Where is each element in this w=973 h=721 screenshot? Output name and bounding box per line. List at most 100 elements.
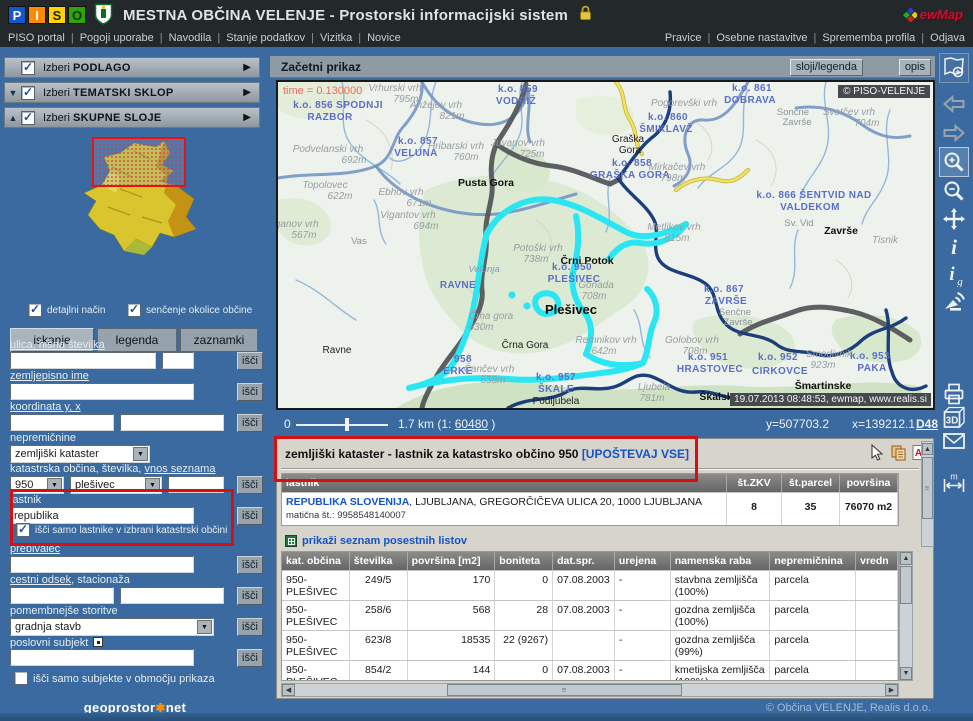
layer-group-checkbox[interactable]: ✓ [21, 86, 35, 100]
search-button[interactable]: išči [237, 556, 263, 574]
field-label-link[interactable]: cestni odsek [10, 574, 71, 586]
owner-name-link[interactable]: REPUBLIKA SLOVENIJA [286, 496, 409, 508]
search-button[interactable]: išči [237, 587, 263, 605]
text-input[interactable] [120, 414, 224, 431]
search-button[interactable]: išči [237, 507, 263, 525]
map-viewport[interactable]: k.o. 856 SPODNJIRAZBORk.o. 859VODRIŽk.o.… [276, 80, 935, 410]
field-label-link[interactable]: prebivalec [10, 543, 60, 555]
search-button[interactable]: išči [237, 383, 263, 401]
dropdown-gradnja-stavb[interactable]: gradnja stavb▼ [10, 618, 214, 636]
search-button[interactable]: išči [237, 352, 263, 370]
scroll-up-button[interactable]: ▲ [900, 552, 912, 565]
field-label-link[interactable]: zemljepisno ime [10, 370, 89, 382]
expand-arrow-icon[interactable]: ▶ [243, 62, 251, 73]
parcel-row-2[interactable]: 950-PLEŠIVEC623/81853522 (9267)-gozdna z… [282, 630, 898, 660]
zoom-slider-handle[interactable] [345, 418, 349, 431]
hscroll-thumb[interactable]: ≡ [447, 684, 682, 696]
text-input[interactable] [168, 476, 224, 493]
info-icon[interactable]: i [939, 232, 969, 262]
back-icon[interactable] [939, 89, 969, 119]
text-input[interactable] [10, 414, 114, 431]
scroll-down-button[interactable]: ▼ [900, 667, 912, 680]
parcel-row-0[interactable]: 950-PLEŠIVEC249/5170007.08.2003-stavbna … [282, 570, 898, 600]
apply-all-link[interactable]: [UPOŠTEVAJ VSE] [582, 447, 689, 461]
pan-icon[interactable] [939, 204, 969, 234]
user-menu-osebne-nastavitve[interactable]: Osebne nastavitve [716, 32, 807, 44]
text-input[interactable] [162, 352, 194, 369]
expand-arrow-icon[interactable]: ▶ [243, 87, 251, 98]
vscroll-thumb[interactable] [900, 566, 912, 604]
zoom-slider-track[interactable] [296, 424, 388, 426]
search-button[interactable]: išči [237, 414, 263, 432]
text-input[interactable] [120, 587, 224, 604]
scroll-left-button[interactable]: ◀ [282, 684, 295, 696]
panel-scroll-up-button[interactable]: ▲ [922, 443, 933, 455]
dropdown-950[interactable]: 950▼ [10, 476, 64, 494]
search-button[interactable]: išči [237, 618, 263, 636]
menu-novice[interactable]: Novice [367, 32, 401, 44]
field-label-link[interactable]: vnos seznama [145, 463, 216, 475]
layers-legend-button[interactable]: sloji/legenda [790, 59, 863, 76]
description-button[interactable]: opis [899, 59, 931, 76]
text-input[interactable] [10, 649, 194, 666]
tab-zaznamki[interactable]: zaznamki [180, 328, 258, 352]
collapse-arrow-icon[interactable]: ▼ [5, 88, 21, 98]
user-menu-pravice[interactable]: Pravice [665, 32, 702, 44]
panel-vscrollbar[interactable]: ▲ ≡ [921, 441, 934, 547]
field-label-link[interactable]: koordinata y, x [10, 401, 81, 413]
user-menu-odjava[interactable]: Odjava [930, 32, 965, 44]
detail-mode-checkbox[interactable]: ✓ [28, 303, 42, 317]
measure-icon[interactable]: m [939, 469, 969, 499]
zoom-in-icon[interactable] [939, 147, 969, 177]
search-button[interactable]: išči [237, 476, 263, 494]
text-input[interactable] [10, 587, 114, 604]
owner-search-input[interactable] [10, 507, 194, 524]
field-label-link[interactable]: ulica, hišna številka [10, 339, 105, 351]
panel-vscroll-thumb[interactable]: ≡ [922, 457, 933, 519]
owner-ko-limit-checkbox[interactable]: ✓ [16, 523, 30, 537]
user-menu-sprememba-profila[interactable]: Sprememba profila [822, 32, 915, 44]
piso-logo[interactable]: PISOMESTNA OBČINA VELENJE - Prostorski i… [8, 4, 593, 26]
copy-results-icon[interactable] [890, 444, 907, 461]
accordion-skupne-sloje[interactable]: ▲✓Izberi SKUPNE SLOJE▶ [4, 107, 260, 128]
layer-group-checkbox[interactable]: ✓ [21, 111, 35, 125]
info-box-icon[interactable] [93, 637, 103, 647]
search-area-limit-checkbox[interactable] [14, 671, 28, 685]
dropdown-ple-ivec[interactable]: plešivec▼ [70, 476, 162, 494]
info-group-icon[interactable]: ig [939, 259, 969, 289]
dropdown-zemlji-ki-kataster[interactable]: zemljiški kataster▼ [10, 445, 150, 463]
scale-denominator-link[interactable]: 60480 [455, 417, 488, 431]
zoom-out-icon[interactable] [939, 176, 969, 206]
accordion-tematski-sklop[interactable]: ▼✓Izberi TEMATSKI SKLOP▶ [4, 82, 260, 103]
datum-link[interactable]: D48 [916, 417, 938, 431]
expand-arrow-icon[interactable]: ▶ [243, 112, 251, 123]
menu-piso-portal[interactable]: PISO portal [8, 32, 65, 44]
menu-pogoji-uporabe[interactable]: Pogoji uporabe [80, 32, 154, 44]
parcel-row-3[interactable]: 950-PLEŠIVEC854/2144007.08.2003-kmetijsk… [282, 660, 898, 681]
table-hscrollbar[interactable]: ◀ ≡ ▶ [281, 683, 899, 697]
text-input[interactable] [10, 352, 156, 369]
scroll-right-button[interactable]: ▶ [885, 684, 898, 696]
text-input[interactable] [10, 383, 194, 400]
parcel-row-1[interactable]: 950-PLEŠIVEC258/65682807.08.2003-gozdna … [282, 600, 898, 630]
overview-map[interactable] [72, 137, 215, 263]
menu-stanje-podatkov[interactable]: Stanje podatkov [226, 32, 305, 44]
layer-group-checkbox[interactable]: ✓ [21, 61, 35, 75]
menu-navodila[interactable]: Navodila [169, 32, 212, 44]
overview-extent-rect[interactable] [92, 137, 186, 187]
tab-legenda[interactable]: legenda [97, 328, 177, 352]
mail-icon[interactable] [939, 426, 969, 456]
select-cursor-icon[interactable] [869, 444, 886, 461]
menu-vizitka[interactable]: Vizitka [320, 32, 352, 44]
accordion-podlago[interactable]: ✓Izberi PODLAGO▶ [4, 57, 260, 78]
owner-row[interactable]: REPUBLIKA SLOVENIJA, LJUBLJANA, GREGORČI… [282, 492, 898, 525]
initial-view-icon[interactable] [939, 53, 969, 83]
text-input[interactable] [10, 556, 194, 573]
search-button[interactable]: išči [237, 649, 263, 667]
possession-list-link[interactable]: prikaži seznam posestnih listov [285, 535, 467, 547]
forward-icon[interactable] [939, 118, 969, 148]
collapse-arrow-icon[interactable]: ▲ [5, 113, 21, 123]
shade-surroundings-checkbox[interactable]: ✓ [127, 303, 141, 317]
gps-icon[interactable] [939, 286, 969, 316]
table-vscrollbar[interactable]: ▲ ▼ [899, 551, 913, 681]
